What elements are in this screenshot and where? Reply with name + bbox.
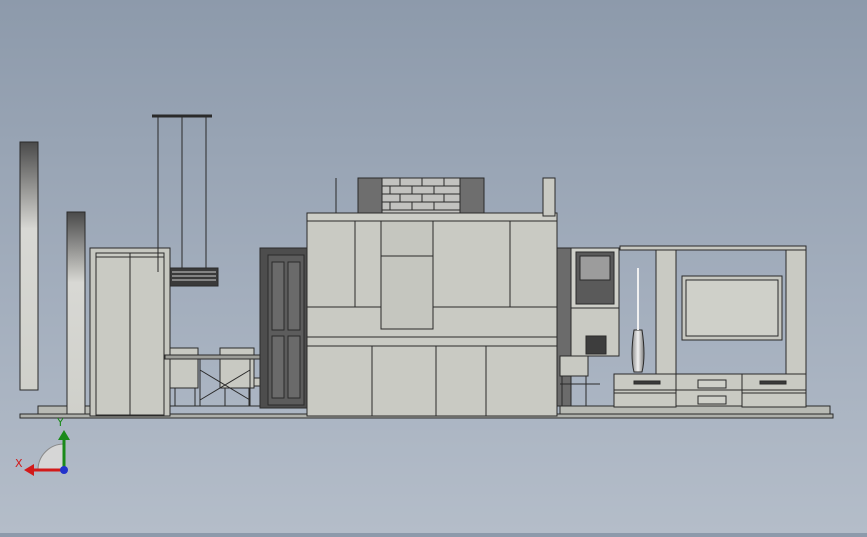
left-column-tall xyxy=(19,141,39,391)
axis-triad xyxy=(24,430,70,476)
brick-chimney xyxy=(335,177,485,217)
range-hood xyxy=(169,267,219,287)
right-small-column xyxy=(542,177,556,217)
left-column-short xyxy=(66,211,86,415)
tv-wall-unit xyxy=(613,245,807,408)
paneled-door xyxy=(259,247,309,409)
axis-y-label: Y xyxy=(57,416,64,429)
elevation-drawing xyxy=(19,114,834,476)
tall-cabinet xyxy=(556,247,620,407)
central-cabinet xyxy=(306,212,558,417)
vase xyxy=(631,268,645,373)
wardrobe-cabinet xyxy=(89,247,171,417)
axis-x-label: X xyxy=(15,457,23,470)
cad-viewport[interactable]: X Y xyxy=(0,0,867,533)
